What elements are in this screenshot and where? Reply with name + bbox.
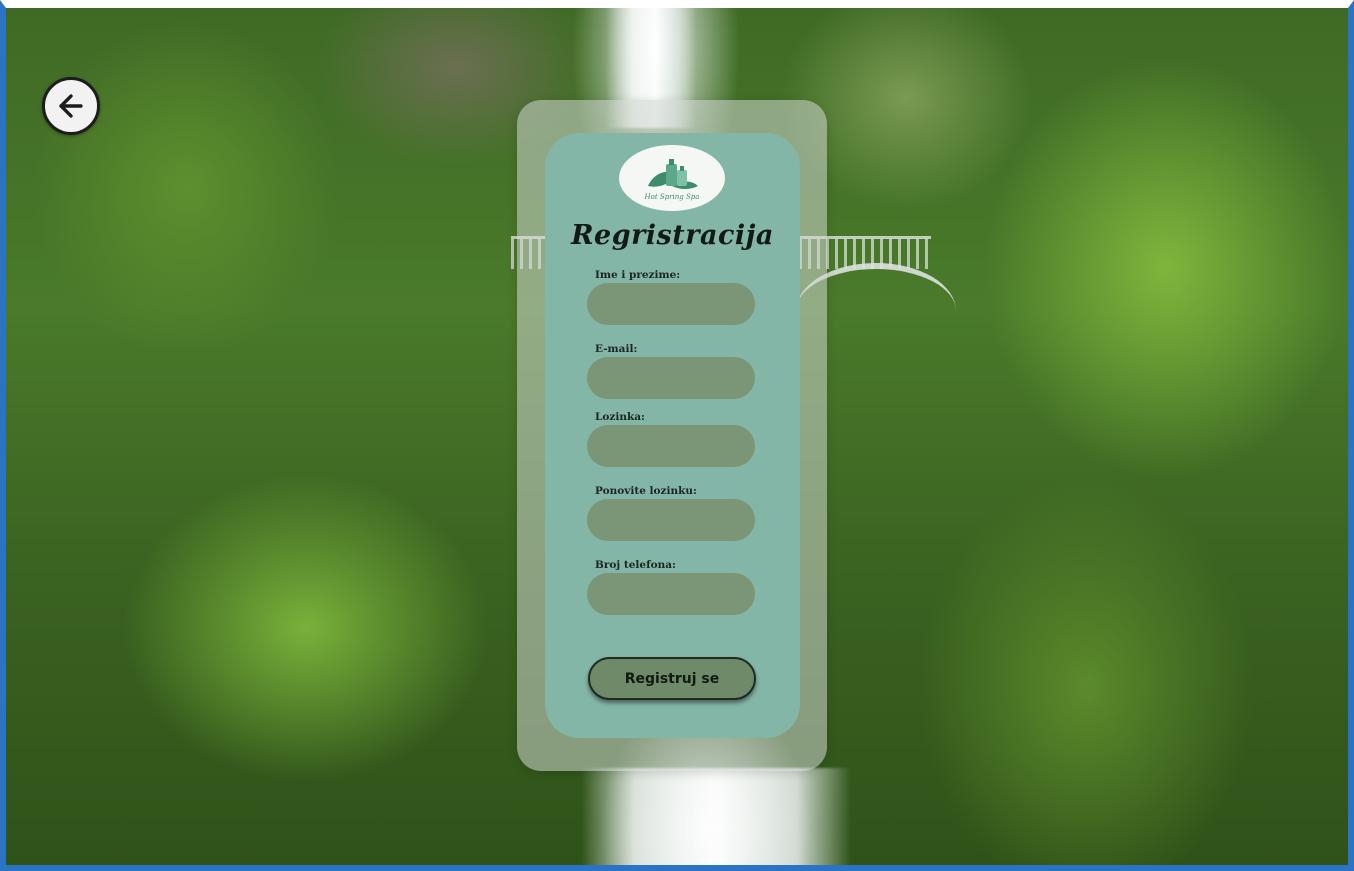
page-title: Regristracija: [571, 220, 774, 251]
full-name-label: Ime i prezime:: [595, 269, 681, 281]
full-name-input[interactable]: [587, 283, 755, 325]
password-input[interactable]: [587, 425, 755, 467]
phone-input[interactable]: [587, 573, 755, 615]
arrow-left-icon: [59, 94, 83, 118]
spa-bottles-leaf-icon: [648, 158, 698, 189]
email-label: E-mail:: [595, 343, 638, 355]
register-button[interactable]: Registruj se: [588, 657, 756, 700]
back-button[interactable]: [42, 77, 100, 135]
password-label: Lozinka:: [595, 411, 645, 423]
logo-text: Hot Spring Spa: [644, 192, 700, 201]
repeat-password-label: Ponovite lozinku:: [595, 485, 697, 497]
phone-label: Broj telefona:: [595, 559, 676, 571]
spa-logo: Hot Spring Spa: [619, 145, 725, 211]
email-input[interactable]: [587, 357, 755, 399]
waterfall-bottom-decoration: [581, 768, 851, 865]
repeat-password-input[interactable]: [587, 499, 755, 541]
